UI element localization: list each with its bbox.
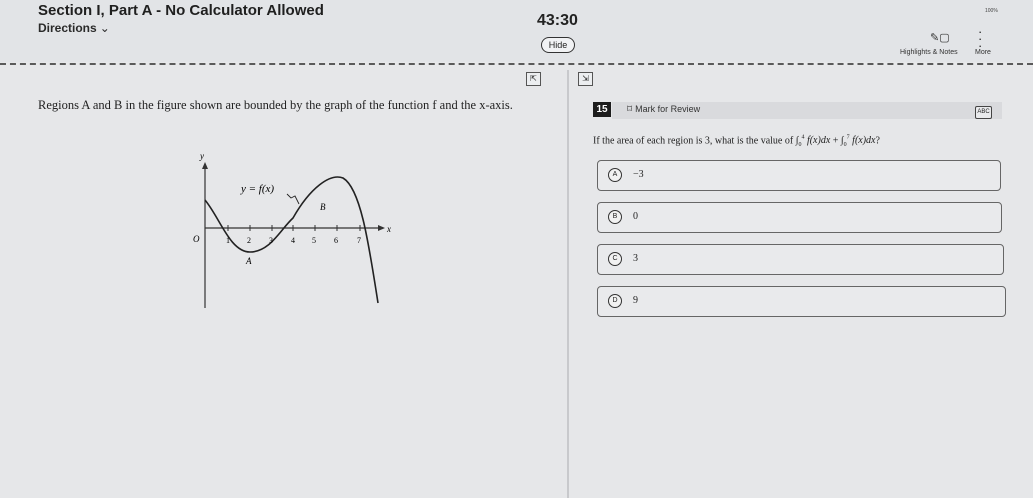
question-text: If the area of each region is 3, what is… — [593, 135, 1013, 148]
panel-divider[interactable] — [567, 70, 569, 498]
function-graph: y = f(x) B A x y O 1 2 3 4 5 6 7 — [193, 151, 391, 308]
choice-b-letter: B — [608, 210, 622, 224]
header-divider — [0, 63, 1033, 65]
highlight-pen-icon[interactable]: ✎▢ — [930, 31, 950, 44]
chevron-down-icon: ⌄ — [99, 21, 110, 35]
choice-a[interactable]: A −3 — [597, 160, 1001, 191]
directions-label: Directions — [38, 21, 97, 35]
integrand-1: f(x)dx — [806, 135, 831, 147]
battery-indicator: 100% — [985, 8, 998, 14]
integral-2-upper: 7 — [846, 135, 850, 141]
highlights-notes-button[interactable]: Highlights & Notes — [900, 49, 958, 56]
choice-c[interactable]: C 3 — [597, 244, 1004, 275]
y-axis-label: y — [199, 151, 204, 161]
question-number: 15 — [593, 102, 611, 117]
tick-label-2: 2 — [247, 236, 251, 245]
bookmark-icon: ⌑ — [627, 104, 633, 115]
directions-toggle[interactable]: Directions ⌄ — [38, 21, 110, 35]
choice-c-letter: C — [608, 252, 622, 266]
question-prefix: If the area of each region is 3, what is… — [593, 135, 794, 147]
expand-right-icon[interactable]: ⇲ — [578, 72, 593, 86]
choice-b[interactable]: B 0 — [597, 202, 1002, 233]
more-dots-icon[interactable]: · · · — [978, 25, 982, 52]
integral-2: ∫07 f(x)dx — [840, 135, 876, 149]
section-title: Section I, Part A - No Calculator Allowe… — [38, 2, 324, 19]
integral-1-lower: 0 — [798, 142, 802, 149]
hide-timer-button[interactable]: Hide — [541, 37, 575, 53]
tick-label-6: 6 — [334, 236, 338, 245]
y-axis-arrow — [202, 162, 208, 169]
choice-d-letter: D — [608, 294, 622, 308]
x-axis-label: x — [386, 224, 391, 234]
tick-label-4: 4 — [291, 236, 295, 245]
label-callout — [286, 193, 300, 205]
mark-for-review-label: Mark for Review — [635, 104, 701, 114]
choice-c-text: 3 — [633, 253, 638, 264]
choice-b-text: 0 — [633, 211, 638, 222]
tick-label-7: 7 — [357, 236, 361, 245]
x-axis-arrow — [378, 225, 385, 231]
plus-sign: + — [832, 135, 839, 147]
tick-label-3: 3 — [269, 236, 273, 245]
tick-label-5: 5 — [312, 236, 316, 245]
choice-a-letter: A — [608, 168, 622, 182]
integrand-2: f(x)dx — [852, 135, 876, 147]
more-button[interactable]: More — [975, 49, 991, 56]
integral-1: ∫04 f(x)dx — [795, 135, 831, 149]
origin-label: O — [193, 234, 200, 244]
question-stem: Regions A and B in the figure shown are … — [38, 98, 513, 112]
choice-a-text: −3 — [633, 169, 644, 180]
region-b-label: B — [320, 202, 326, 212]
question-suffix: ? — [875, 135, 880, 147]
timer: 43:30 — [537, 12, 578, 29]
region-a-label: A — [245, 256, 252, 266]
expand-left-icon[interactable]: ⇱ — [526, 72, 541, 86]
tick-label-1: 1 — [226, 236, 230, 245]
choice-d-text: 9 — [633, 295, 638, 306]
integral-1-upper: 4 — [801, 135, 805, 141]
function-label: y = f(x) — [240, 183, 274, 195]
top-bar: Section I, Part A - No Calculator Allowe… — [0, 0, 1033, 62]
integral-2-lower: 0 — [843, 142, 847, 149]
answer-eliminator-button[interactable]: ABC — [975, 106, 992, 119]
mark-for-review-button[interactable]: ⌑ Mark for Review — [627, 104, 700, 115]
choice-d[interactable]: D 9 — [597, 286, 1006, 317]
